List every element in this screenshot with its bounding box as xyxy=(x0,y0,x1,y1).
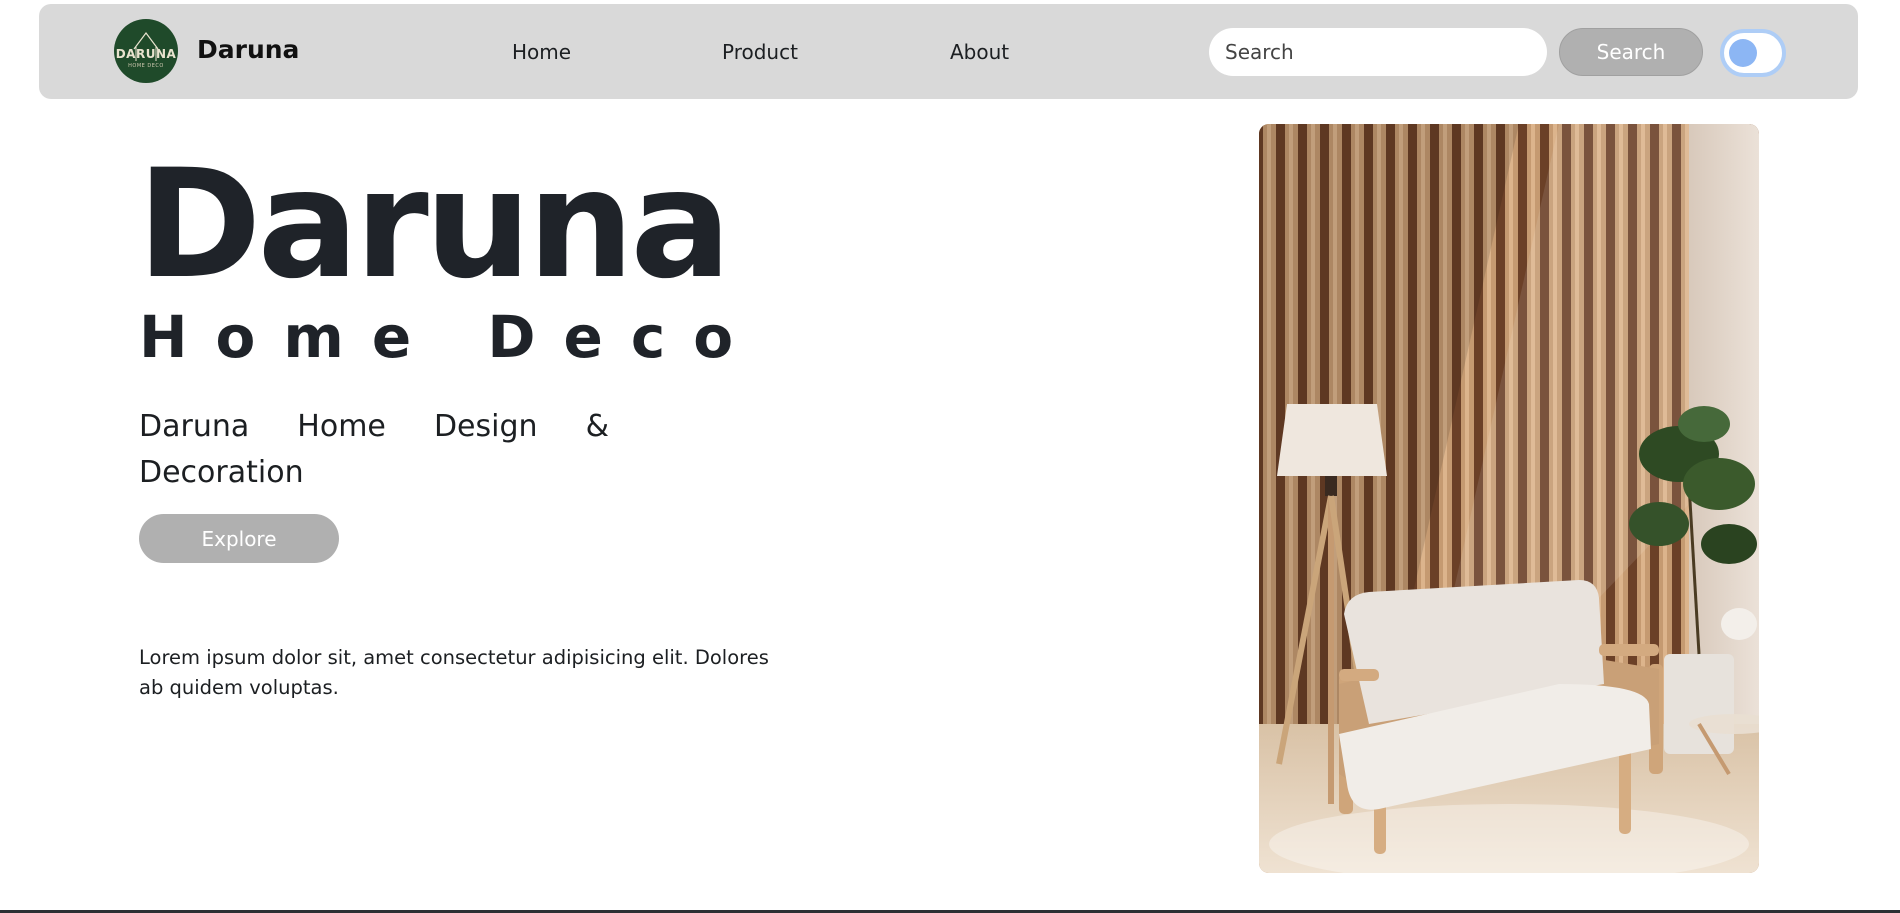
brand-name[interactable]: Daruna xyxy=(197,35,299,64)
nav-link-home[interactable]: Home xyxy=(512,40,571,64)
logo-wordmark: DARUNA xyxy=(115,47,177,61)
toggle-knob xyxy=(1729,39,1757,67)
page: DARUNA HOME DECO Daruna Home Product Abo… xyxy=(0,0,1900,913)
search-button[interactable]: Search xyxy=(1559,28,1703,76)
theme-toggle[interactable] xyxy=(1720,29,1786,77)
nav-link-about[interactable]: About xyxy=(950,40,1009,64)
hero-tagline: Daruna Home Design & Decoration xyxy=(139,409,609,490)
armchair-room-illustration xyxy=(1259,124,1759,873)
nav-link-product[interactable]: Product xyxy=(722,40,798,64)
hero-description: Lorem ipsum dolor sit, amet consectetur … xyxy=(139,646,769,699)
logo-subtext: HOME DECO xyxy=(128,63,164,69)
brand-logo[interactable]: DARUNA HOME DECO xyxy=(114,19,178,83)
hero-subtitle: Home Deco xyxy=(139,303,762,371)
hero-title: Daruna xyxy=(137,138,732,312)
explore-button[interactable]: Explore xyxy=(139,514,339,563)
hero-image xyxy=(1259,124,1759,873)
search-input[interactable] xyxy=(1209,28,1547,76)
navbar: DARUNA HOME DECO Daruna Home Product Abo… xyxy=(39,4,1858,99)
